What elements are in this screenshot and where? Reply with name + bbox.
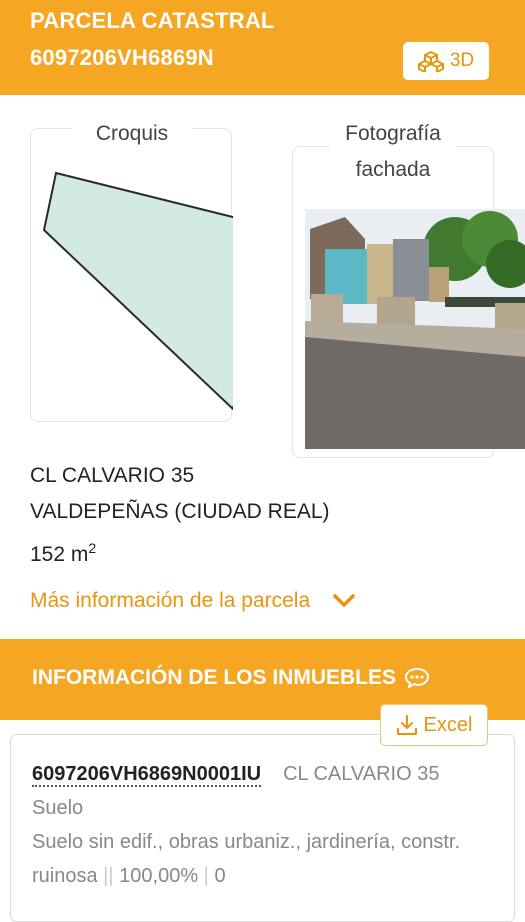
properties-title: INFORMACIÓN DE LOS INMUEBLES [32, 661, 430, 695]
properties-title-text: INFORMACIÓN DE LOS INMUEBLES [32, 666, 397, 689]
address-street: CL CALVARIO 35 [30, 464, 195, 487]
comment-icon[interactable] [404, 667, 430, 689]
export-excel-button[interactable]: Excel [380, 704, 488, 746]
property-reference-link[interactable]: 6097206VH6869N0001IU [32, 763, 262, 787]
view-3d-button[interactable]: 3D [403, 42, 489, 80]
export-excel-label: Excel [423, 713, 473, 736]
cubes-icon [417, 51, 444, 72]
photo-panel[interactable] [292, 146, 525, 458]
sketch-label: Croquis [72, 116, 192, 152]
photo-label-text: Fotografía fachada [345, 122, 441, 181]
separator: | [108, 865, 114, 887]
property-use: Suelo sin edif., obras urbaniz., jardine… [32, 831, 461, 887]
page-title: PARCELA CATASTRAL 6097206VH6869N [30, 2, 410, 76]
property-card[interactable]: 6097206VH6869N0001IU CL CALVARIO 35 Suelo… [10, 734, 515, 922]
more-info-label: Más información de la parcela [30, 589, 311, 612]
property-details: 6097206VH6869N0001IU CL CALVARIO 35 Suelo… [32, 757, 492, 893]
area-value: 152 m [30, 543, 89, 566]
chevron-down-icon [333, 594, 355, 607]
title-line-1: PARCELA CATASTRAL [30, 8, 275, 33]
parcel-sketch [42, 171, 233, 411]
photo-label: Fotografía fachada [330, 116, 456, 188]
download-icon [396, 715, 417, 735]
address-city: VALDEPEÑAS (CIUDAD REAL) [30, 500, 330, 523]
property-year: 0 [214, 865, 226, 887]
parcel-address: CL CALVARIO 35 VALDEPEÑAS (CIUDAD REAL) … [30, 458, 330, 573]
facade-photo [305, 209, 525, 449]
separator: | [203, 865, 209, 887]
view-3d-label: 3D [449, 50, 475, 71]
title-line-2: 6097206VH6869N [30, 45, 214, 70]
parcel-area: 152 m2 [30, 530, 330, 573]
more-info-link[interactable]: Más información de la parcela [30, 584, 356, 618]
property-participation: 100,00% [119, 865, 199, 887]
header-bar: PARCELA CATASTRAL 6097206VH6869N 3D [0, 0, 525, 95]
area-exponent: 2 [88, 540, 97, 556]
sketch-panel[interactable] [30, 128, 233, 422]
